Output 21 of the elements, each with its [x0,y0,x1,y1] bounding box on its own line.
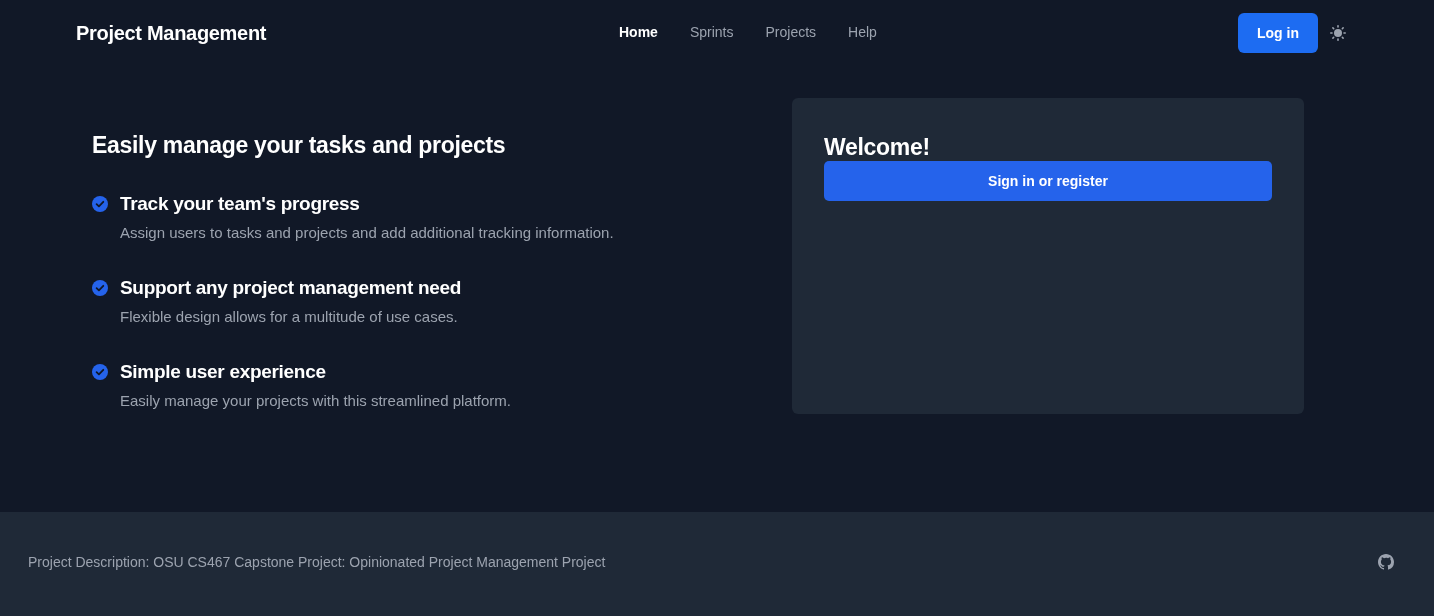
hero-heading: Easily manage your tasks and projects [92,132,507,159]
check-circle-icon [92,364,108,380]
nav-link[interactable]: Help [848,24,877,40]
feature-title: Simple user experience [120,361,327,383]
feature-title: Support any project management need [120,277,462,299]
check-circle-icon [92,280,108,296]
check-circle-icon [92,196,108,212]
feature-description: Flexible design allows for a multitude of use cases. [120,308,459,325]
feature-description: Assign users to tasks and projects and add additional tracking information. [120,224,614,241]
sun-icon[interactable] [1330,25,1346,41]
nav-link[interactable]: Projects [765,24,817,40]
nav-link[interactable]: Home [619,24,658,40]
github-icon[interactable] [1378,554,1394,570]
card-title: Welcome! [824,134,931,161]
feature-description: Easily manage your projects with this streamlined platform. [120,392,511,409]
brand-title[interactable]: Project Management [76,21,267,45]
sign-in-button[interactable]: Sign in or register [824,161,1272,201]
login-button[interactable]: Log in [1238,13,1318,53]
feature-title: Track your team's progress [120,193,361,215]
nav-link[interactable]: Sprints [689,24,734,40]
project-description: Project Description: OSU CS467 Capstone Project: Opinionated Project Management Project [28,554,606,570]
